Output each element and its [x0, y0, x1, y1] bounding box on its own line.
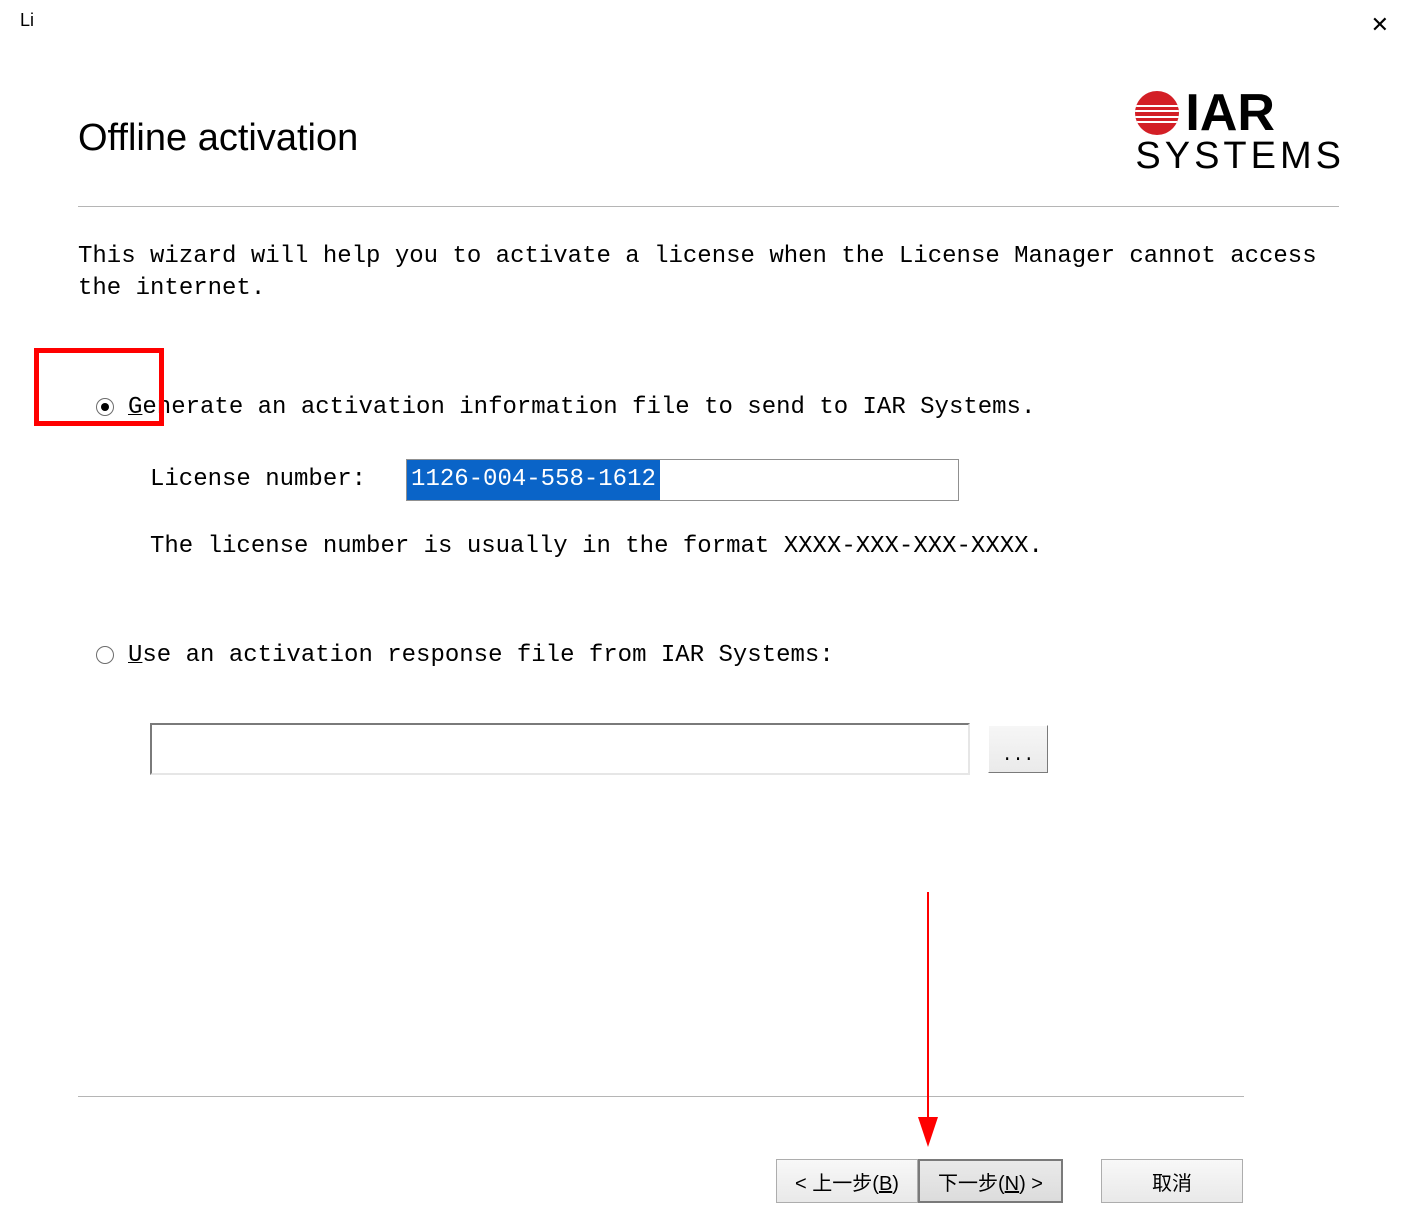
- logo-text-iar: IAR: [1185, 90, 1275, 137]
- browse-button[interactable]: ...: [988, 725, 1048, 773]
- radio-use-row[interactable]: Use an activation response file from IAR…: [96, 642, 1339, 669]
- response-file-row: ...: [150, 723, 1339, 775]
- radio-use-label: Use an activation response file from IAR…: [128, 642, 834, 669]
- radio-generate[interactable]: [96, 398, 114, 416]
- logo-ball-icon: [1135, 91, 1179, 135]
- response-file-input[interactable]: [150, 723, 970, 775]
- radio-generate-row[interactable]: Generate an activation information file …: [96, 394, 1339, 421]
- logo-text-systems: SYSTEMS: [1135, 135, 1345, 178]
- option-generate-section: Generate an activation information file …: [78, 394, 1339, 560]
- radio-generate-label: Generate an activation information file …: [128, 394, 1035, 421]
- content-area: Offline activation IAR SYSTEMS This wiza…: [0, 40, 1417, 775]
- cancel-button[interactable]: 取消: [1101, 1159, 1243, 1203]
- window-title: Li: [20, 10, 34, 31]
- annotation-arrow-icon: [908, 892, 948, 1152]
- option-use-section: Use an activation response file from IAR…: [78, 642, 1339, 775]
- footer-divider: [78, 1096, 1244, 1097]
- license-format-hint: The license number is usually in the for…: [150, 533, 1339, 560]
- header-row: Offline activation IAR SYSTEMS: [78, 90, 1339, 178]
- license-number-label: License number:: [150, 466, 366, 493]
- next-button[interactable]: 下一步(N) >: [918, 1159, 1063, 1203]
- iar-logo: IAR SYSTEMS: [1135, 90, 1345, 178]
- license-number-row: License number: 1126-004-558-1612: [150, 459, 1339, 501]
- radio-use[interactable]: [96, 646, 114, 664]
- license-number-input[interactable]: 1126-004-558-1612: [406, 459, 959, 501]
- license-number-value: 1126-004-558-1612: [407, 460, 660, 500]
- back-button[interactable]: < 上一步(B): [776, 1159, 918, 1203]
- titlebar: Li ✕: [0, 0, 1417, 40]
- close-icon[interactable]: ✕: [1363, 10, 1397, 40]
- header-divider: [78, 206, 1339, 207]
- intro-text: This wizard will help you to activate a …: [78, 241, 1339, 306]
- wizard-button-bar: < 上一步(B) 下一步(N) > 取消: [776, 1159, 1243, 1203]
- page-title: Offline activation: [78, 117, 358, 160]
